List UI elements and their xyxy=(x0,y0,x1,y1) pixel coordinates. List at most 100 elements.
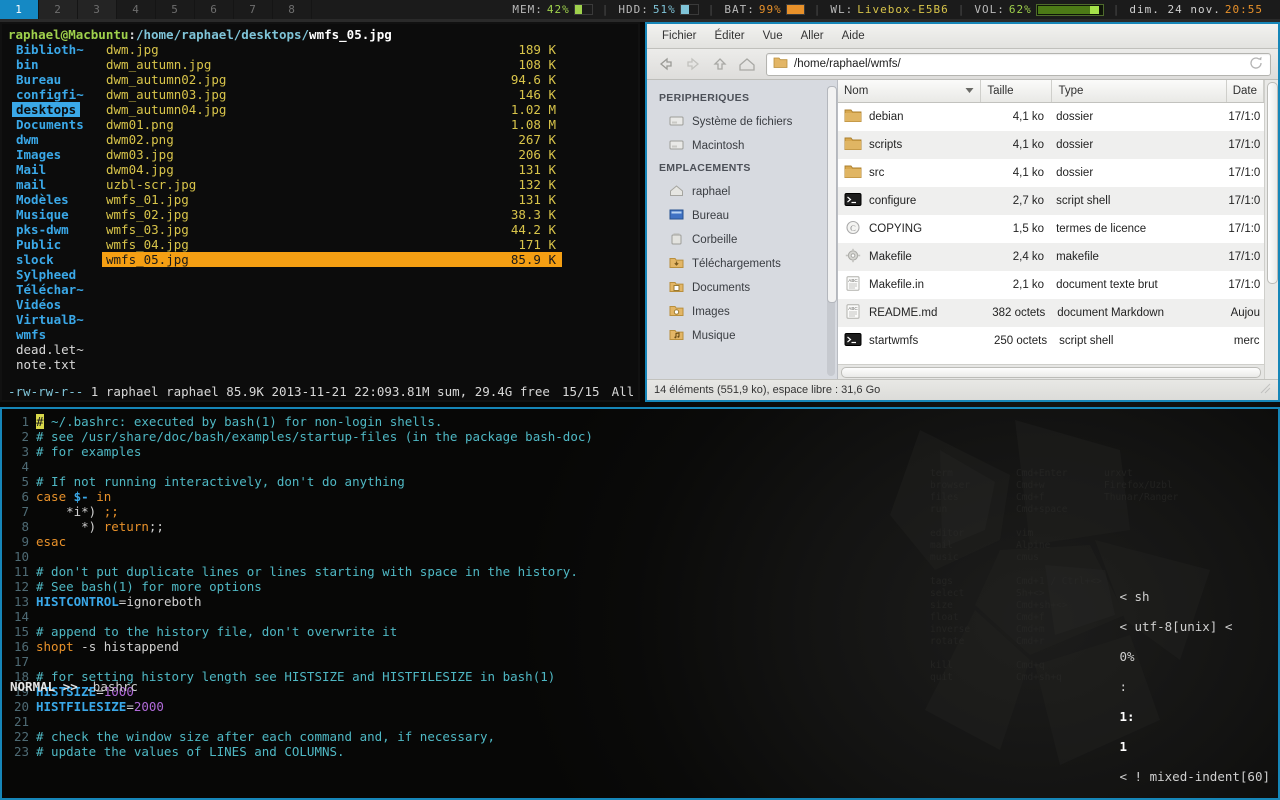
back-arrow-icon[interactable] xyxy=(654,53,678,75)
table-row[interactable]: scripts 4,1 ko dossier 17/1:0 xyxy=(838,131,1264,159)
tag-8[interactable]: 8 xyxy=(273,0,311,19)
table-row[interactable]: startwmfs 250 octets script shell merc xyxy=(838,327,1264,355)
column-header-taille[interactable]: Taille xyxy=(981,80,1053,102)
mem-gauge-icon xyxy=(573,4,593,15)
ranger-file-item[interactable]: wmfs_01.jpg 131 K xyxy=(102,192,562,207)
column-header-nom[interactable]: Nom xyxy=(838,80,982,102)
sidebar-item-corbeille[interactable]: Corbeille xyxy=(647,228,837,252)
ranger-dir-item[interactable]: bin xyxy=(12,57,102,72)
tag-2[interactable]: 2 xyxy=(39,0,77,19)
menu-item-fichier[interactable]: Fichier xyxy=(653,27,706,45)
ranger-dir-item[interactable]: note.txt xyxy=(12,357,102,372)
up-arrow-icon[interactable] xyxy=(708,53,732,75)
scrollbar-thumb[interactable] xyxy=(827,86,837,303)
ranger-dir-item[interactable]: Mail xyxy=(12,162,102,177)
ranger-dir-item[interactable]: Modèles xyxy=(12,192,102,207)
tag-list[interactable]: 12345678 xyxy=(0,0,312,19)
thunar-toolbar[interactable]: /home/raphael/wmfs/ xyxy=(647,49,1278,80)
table-row[interactable]: configure 2,7 ko script shell 17/1:0 xyxy=(838,187,1264,215)
sidebar-scrollbar[interactable] xyxy=(827,86,837,376)
ranger-file-item[interactable]: dwm_autumn.jpg 108 K xyxy=(102,57,562,72)
table-row[interactable]: C COPYING 1,5 ko termes de licence 17/1:0 xyxy=(838,215,1264,243)
ranger-dir-item[interactable]: Documents xyxy=(12,117,102,132)
ranger-file-item[interactable]: wmfs_03.jpg 44.2 K xyxy=(102,222,562,237)
file-list-hscrollbar[interactable] xyxy=(838,364,1264,379)
ranger-file-item[interactable]: dwm_autumn03.jpg 146 K xyxy=(102,87,562,102)
table-row[interactable]: Makefile 2,4 ko makefile 17/1:0 xyxy=(838,243,1264,271)
ranger-parent-column[interactable]: Biblioth~ bin Bureau configfi~ desktops Docum… xyxy=(2,42,102,372)
tag-1[interactable]: 1 xyxy=(0,0,38,19)
table-row[interactable]: ABC README.md 382 octets document Markdown A… xyxy=(838,299,1264,327)
cell-date: 17/1:0 xyxy=(1228,111,1261,123)
ranger-dir-item[interactable]: Musique xyxy=(12,207,102,222)
ranger-file-item[interactable]: dwm_autumn04.jpg 1.02 M xyxy=(102,102,562,117)
ranger-dir-item[interactable]: configfi~ xyxy=(12,87,102,102)
reload-icon[interactable] xyxy=(1249,56,1264,73)
ranger-dir-item[interactable]: Vidéos xyxy=(12,297,102,312)
vim-editor-window[interactable]: 1 # ~/.bashrc: executed by bash(1) for no… xyxy=(0,407,1280,800)
thunar-menubar[interactable]: Fichier Éditer Vue Aller Aide xyxy=(647,24,1278,49)
home-icon[interactable] xyxy=(735,53,759,75)
scrollbar-thumb[interactable] xyxy=(1267,82,1278,284)
sidebar-item-t-l-chargements[interactable]: Téléchargements xyxy=(647,252,837,276)
menu-item-aide[interactable]: Aide xyxy=(833,27,874,45)
forward-arrow-icon[interactable] xyxy=(681,53,705,75)
ranger-dir-item[interactable]: mail xyxy=(12,177,102,192)
sidebar-item-documents[interactable]: Documents xyxy=(647,276,837,300)
sidebar-item-musique[interactable]: Musique xyxy=(647,324,837,348)
ranger-file-item[interactable]: uzbl-scr.jpg 132 K xyxy=(102,177,562,192)
ranger-file-item[interactable]: dwm01.png 1.08 M xyxy=(102,117,562,132)
ranger-file-browser-window[interactable]: raphael@Macbuntu:/home/raphael/desktops/… xyxy=(0,22,640,402)
menu-item-vue[interactable]: Vue xyxy=(754,27,792,45)
sidebar-item-images[interactable]: Images xyxy=(647,300,837,324)
ranger-file-item[interactable]: dwm.jpg 189 K xyxy=(102,42,562,57)
ranger-dir-item[interactable]: VirtualB~ xyxy=(12,312,102,327)
file-list-vscrollbar[interactable] xyxy=(1264,80,1278,379)
tag-6[interactable]: 6 xyxy=(195,0,233,19)
ranger-file-item[interactable]: dwm_autumn02.jpg 94.6 K xyxy=(102,72,562,87)
ranger-dir-item[interactable]: dead.let~ xyxy=(12,342,102,357)
ranger-file-item[interactable]: wmfs_04.jpg 171 K xyxy=(102,237,562,252)
tag-5[interactable]: 5 xyxy=(156,0,194,19)
sidebar-item-syst-me-de-fichiers[interactable]: Système de fichiers xyxy=(647,110,837,134)
ranger-dir-item[interactable]: Téléchar~ xyxy=(12,282,102,297)
ranger-dir-item[interactable]: pks-dwm xyxy=(12,222,102,237)
tag-3[interactable]: 3 xyxy=(78,0,116,19)
ranger-dir-item[interactable]: dwm xyxy=(12,132,102,147)
scrollbar-thumb[interactable] xyxy=(841,366,1261,378)
ranger-dir-item[interactable]: Public xyxy=(12,237,102,252)
thunar-file-manager-window[interactable]: Fichier Éditer Vue Aller Aide /home/raphael/… xyxy=(645,22,1280,402)
tag-4[interactable]: 4 xyxy=(117,0,155,19)
menu-item-aller[interactable]: Aller xyxy=(792,27,833,45)
ranger-file-column[interactable]: dwm.jpg 189 Kdwm_autumn.jpg 108 Kdwm_autum… xyxy=(102,42,638,372)
ranger-dir-item[interactable]: Biblioth~ xyxy=(12,42,102,57)
table-row[interactable]: ABC Makefile.in 2,1 ko document texte brut 1… xyxy=(838,271,1264,299)
ranger-file-item[interactable]: dwm04.jpg 131 K xyxy=(102,162,562,177)
cell-type: makefile xyxy=(1056,251,1099,263)
thunar-sidebar[interactable]: PERIPHERIQUES Système de fichiers Macinto… xyxy=(647,80,838,379)
column-header-type[interactable]: Type xyxy=(1052,80,1227,102)
ranger-file-item[interactable]: wmfs_02.jpg 38.3 K xyxy=(102,207,562,222)
column-header-date[interactable]: Date xyxy=(1227,80,1264,102)
sidebar-item-macintosh[interactable]: Macintosh xyxy=(647,134,837,158)
file-list-header[interactable]: Nom Taille Type Date xyxy=(838,80,1264,103)
table-row[interactable]: debian 4,1 ko dossier 17/1:0 xyxy=(838,103,1264,131)
path-entry[interactable]: /home/raphael/wmfs/ xyxy=(766,52,1271,76)
ranger-dir-item[interactable]: desktops xyxy=(12,102,81,117)
table-row[interactable]: src 4,1 ko dossier 17/1:0 xyxy=(838,159,1264,187)
file-list-rows[interactable]: debian 4,1 ko dossier 17/1:0 scripts 4,1 ko do… xyxy=(838,103,1264,364)
ranger-dir-item[interactable]: Images xyxy=(12,147,102,162)
sidebar-item-raphael[interactable]: raphael xyxy=(647,180,837,204)
ranger-dir-item[interactable]: Sylpheed xyxy=(12,267,102,282)
menu-item-diter[interactable]: Éditer xyxy=(706,27,754,45)
ranger-file-item[interactable]: wmfs_05.jpg 85.9 K xyxy=(102,252,562,267)
thunar-file-list[interactable]: Nom Taille Type Date debian 4,1 ko dossier 17/… xyxy=(838,80,1264,379)
ranger-dir-item[interactable]: wmfs xyxy=(12,327,102,342)
ranger-dir-item[interactable]: slock xyxy=(12,252,102,267)
ranger-file-item[interactable]: dwm02.png 267 K xyxy=(102,132,562,147)
ranger-file-item[interactable]: dwm03.jpg 206 K xyxy=(102,147,562,162)
tag-7[interactable]: 7 xyxy=(234,0,272,19)
ranger-dir-item[interactable]: Bureau xyxy=(12,72,102,87)
resize-grip-icon[interactable] xyxy=(1260,383,1271,397)
sidebar-item-bureau[interactable]: Bureau xyxy=(647,204,837,228)
